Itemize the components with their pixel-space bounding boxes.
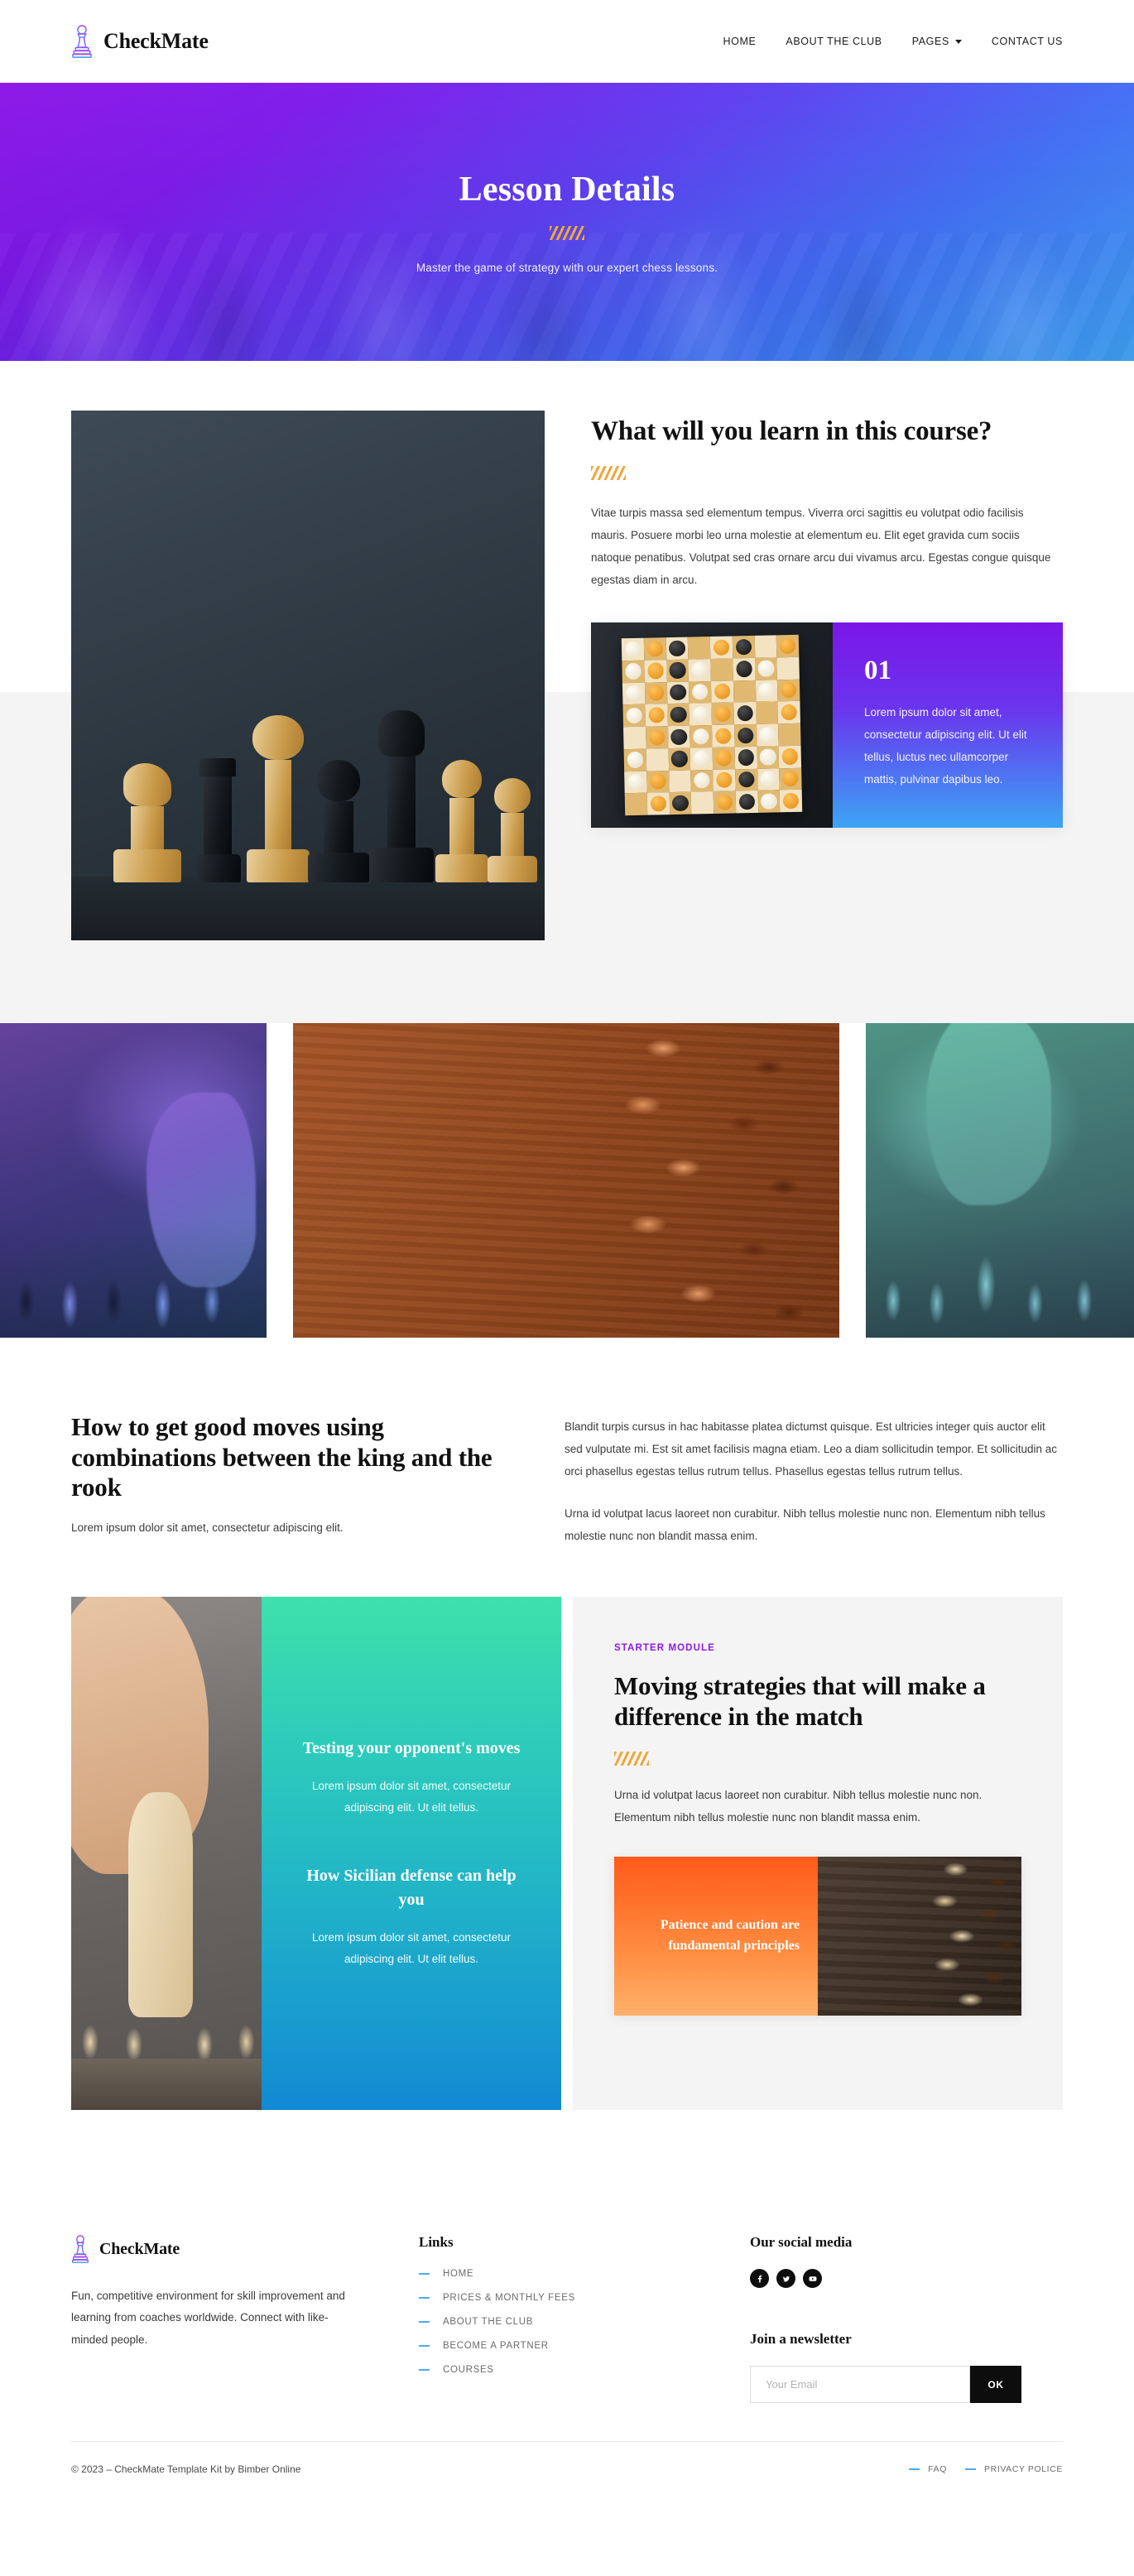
main-nav: HOME ABOUT THE CLUB PAGES CONTACT US	[723, 36, 1063, 47]
nav-item-pages[interactable]: PAGES	[912, 36, 962, 47]
gallery-image-1	[0, 1023, 267, 1338]
module-card-text: Lorem ipsum dolor sit amet, consectetur …	[864, 705, 1027, 786]
nav-item-label: HOME	[723, 36, 757, 47]
footer-link-label: ABOUT THE CLUB	[443, 2317, 534, 2327]
dash-icon	[419, 2321, 430, 2323]
gallery-image-2	[293, 1023, 839, 1338]
footer-bottom-link-label: FAQ	[928, 2464, 948, 2474]
teal-block-2: How Sicilian defense can help you Lorem …	[298, 1864, 525, 1971]
moves-paragraph-2: Urna id volutpat lacus laoreet non curab…	[565, 1507, 1045, 1542]
footer-links-heading: Links	[419, 2234, 454, 2250]
teal-block-text: Lorem ipsum dolor sit amet, consectetur …	[311, 1930, 512, 1965]
nav-item-label: ABOUT THE CLUB	[786, 36, 882, 47]
teal-block-title: How Sicilian defense can help you	[306, 1866, 517, 1909]
chess-pawn-icon	[71, 2234, 89, 2264]
stripe-divider-icon	[591, 465, 626, 480]
youtube-icon[interactable]	[803, 2269, 822, 2288]
facebook-icon[interactable]	[750, 2269, 769, 2288]
moves-section: How to get good moves using combinations…	[0, 1338, 1134, 1547]
gallery-image-3	[866, 1023, 1134, 1338]
dash-icon	[419, 2273, 430, 2275]
footer-link-faq[interactable]: FAQ	[909, 2464, 947, 2474]
dash-icon	[419, 2345, 430, 2347]
stripe-divider-icon	[549, 226, 584, 240]
hero-subtitle: Master the game of strategy with our exp…	[416, 262, 718, 274]
footer-bottom-links: FAQ PRIVACY POLICE	[909, 2464, 1063, 2474]
module-card-01: 01 Lorem ipsum dolor sit amet, consectet…	[591, 622, 1063, 828]
footer-link-become-a-partner[interactable]: BECOME A PARTNER	[419, 2341, 750, 2351]
footer-brand-name: CheckMate	[99, 2239, 180, 2258]
chess-pawn-icon	[71, 24, 93, 59]
newsletter-form: OK	[750, 2366, 1063, 2403]
site-footer: CheckMate Fun, competitive environment f…	[0, 2184, 1134, 2508]
dash-icon	[419, 2369, 430, 2371]
nav-item-home[interactable]: HOME	[723, 36, 757, 47]
panel-left: Testing your opponent's moves Lorem ipsu…	[71, 1597, 561, 2110]
dash-icon	[909, 2468, 920, 2470]
twitter-icon[interactable]	[776, 2269, 795, 2288]
footer-link-home[interactable]: HOME	[419, 2269, 750, 2279]
teal-feature-panel: Testing your opponent's moves Lorem ipsu…	[262, 1597, 561, 2110]
fallen-chess-pieces-on-wood-photo	[818, 1857, 1021, 2016]
teal-block-text: Lorem ipsum dolor sit amet, consectetur …	[311, 1779, 512, 1814]
social-links	[750, 2269, 1063, 2288]
footer-bottom-link-label: PRIVACY POLICE	[984, 2464, 1063, 2474]
learn-heading: What will you learn in this course?	[591, 416, 992, 446]
principles-card-title: Patience and caution are fundamental pri…	[660, 1918, 800, 1954]
stripe-divider-icon	[614, 1752, 649, 1766]
learn-paragraph: Vitae turpis massa sed elementum tempus.…	[591, 506, 1051, 586]
principles-card: Patience and caution are fundamental pri…	[614, 1857, 1021, 2016]
email-field[interactable]	[750, 2366, 970, 2403]
footer-link-label: COURSES	[443, 2365, 494, 2375]
brand-name: CheckMate	[103, 29, 209, 53]
newsletter-submit-button[interactable]: OK	[970, 2366, 1021, 2403]
footer-link-prices-monthly-fees[interactable]: PRICES & MONTHLY FEES	[419, 2293, 750, 2303]
module-number: 01	[864, 655, 891, 685]
footer-link-label: PRICES & MONTHLY FEES	[443, 2293, 575, 2303]
chessboard-top-view-photo	[591, 622, 833, 828]
footer-brand-link[interactable]: CheckMate	[71, 2234, 419, 2264]
nav-item-label: PAGES	[911, 36, 949, 47]
panels-section: Testing your opponent's moves Lorem ipsu…	[0, 1547, 1134, 2184]
moves-subheading: Lorem ipsum dolor sit amet, consectetur …	[71, 1521, 344, 1534]
chess-pieces-photo	[71, 411, 545, 940]
nav-item-about-the-club[interactable]: ABOUT THE CLUB	[786, 36, 882, 47]
learn-section: What will you learn in this course? Vita…	[0, 361, 1134, 1023]
panel-right-heading: Moving strategies that will make a diffe…	[614, 1671, 986, 1731]
footer-link-privacy-police[interactable]: PRIVACY POLICE	[965, 2464, 1063, 2474]
footer-link-label: BECOME A PARTNER	[443, 2341, 549, 2351]
page-title: Lesson Details	[459, 171, 675, 209]
newsletter-heading: Join a newsletter	[750, 2331, 852, 2347]
teal-block-1: Testing your opponent's moves Lorem ipsu…	[298, 1737, 525, 1819]
hero-banner: Lesson Details Master the game of strate…	[0, 83, 1134, 361]
photo-gallery-strip	[0, 1023, 1134, 1338]
footer-link-label: HOME	[443, 2269, 474, 2279]
nav-item-label: CONTACT US	[991, 36, 1063, 47]
moves-heading: How to get good moves using combinations…	[71, 1412, 493, 1502]
footer-social-heading: Our social media	[750, 2234, 853, 2250]
footer-link-about-the-club[interactable]: ABOUT THE CLUB	[419, 2317, 750, 2327]
site-header: CheckMate HOME ABOUT THE CLUB PAGES CONT…	[0, 0, 1134, 83]
hand-moving-white-pawn-photo	[71, 1597, 262, 2110]
teal-block-title: Testing your opponent's moves	[302, 1738, 521, 1757]
module-eyebrow-label: STARTER MODULE	[614, 1643, 715, 1653]
dash-icon	[965, 2468, 977, 2470]
mini-chessboard	[621, 634, 803, 816]
nav-item-contact-us[interactable]: CONTACT US	[992, 36, 1063, 47]
footer-link-courses[interactable]: COURSES	[419, 2365, 750, 2375]
dash-icon	[419, 2297, 430, 2299]
copyright-text: © 2023 – CheckMate Template Kit by Bimbe…	[71, 2463, 301, 2475]
chevron-down-icon	[954, 39, 962, 44]
brand-logo-link[interactable]: CheckMate	[71, 24, 209, 59]
moves-paragraph-1: Blandit turpis cursus in hac habitasse p…	[565, 1420, 1058, 1478]
panel-right: STARTER MODULE Moving strategies that wi…	[573, 1597, 1063, 2110]
footer-description: Fun, competitive environment for skill i…	[71, 2290, 345, 2346]
panel-right-paragraph: Urna id volutpat lacus laoreet non curab…	[614, 1789, 983, 1824]
